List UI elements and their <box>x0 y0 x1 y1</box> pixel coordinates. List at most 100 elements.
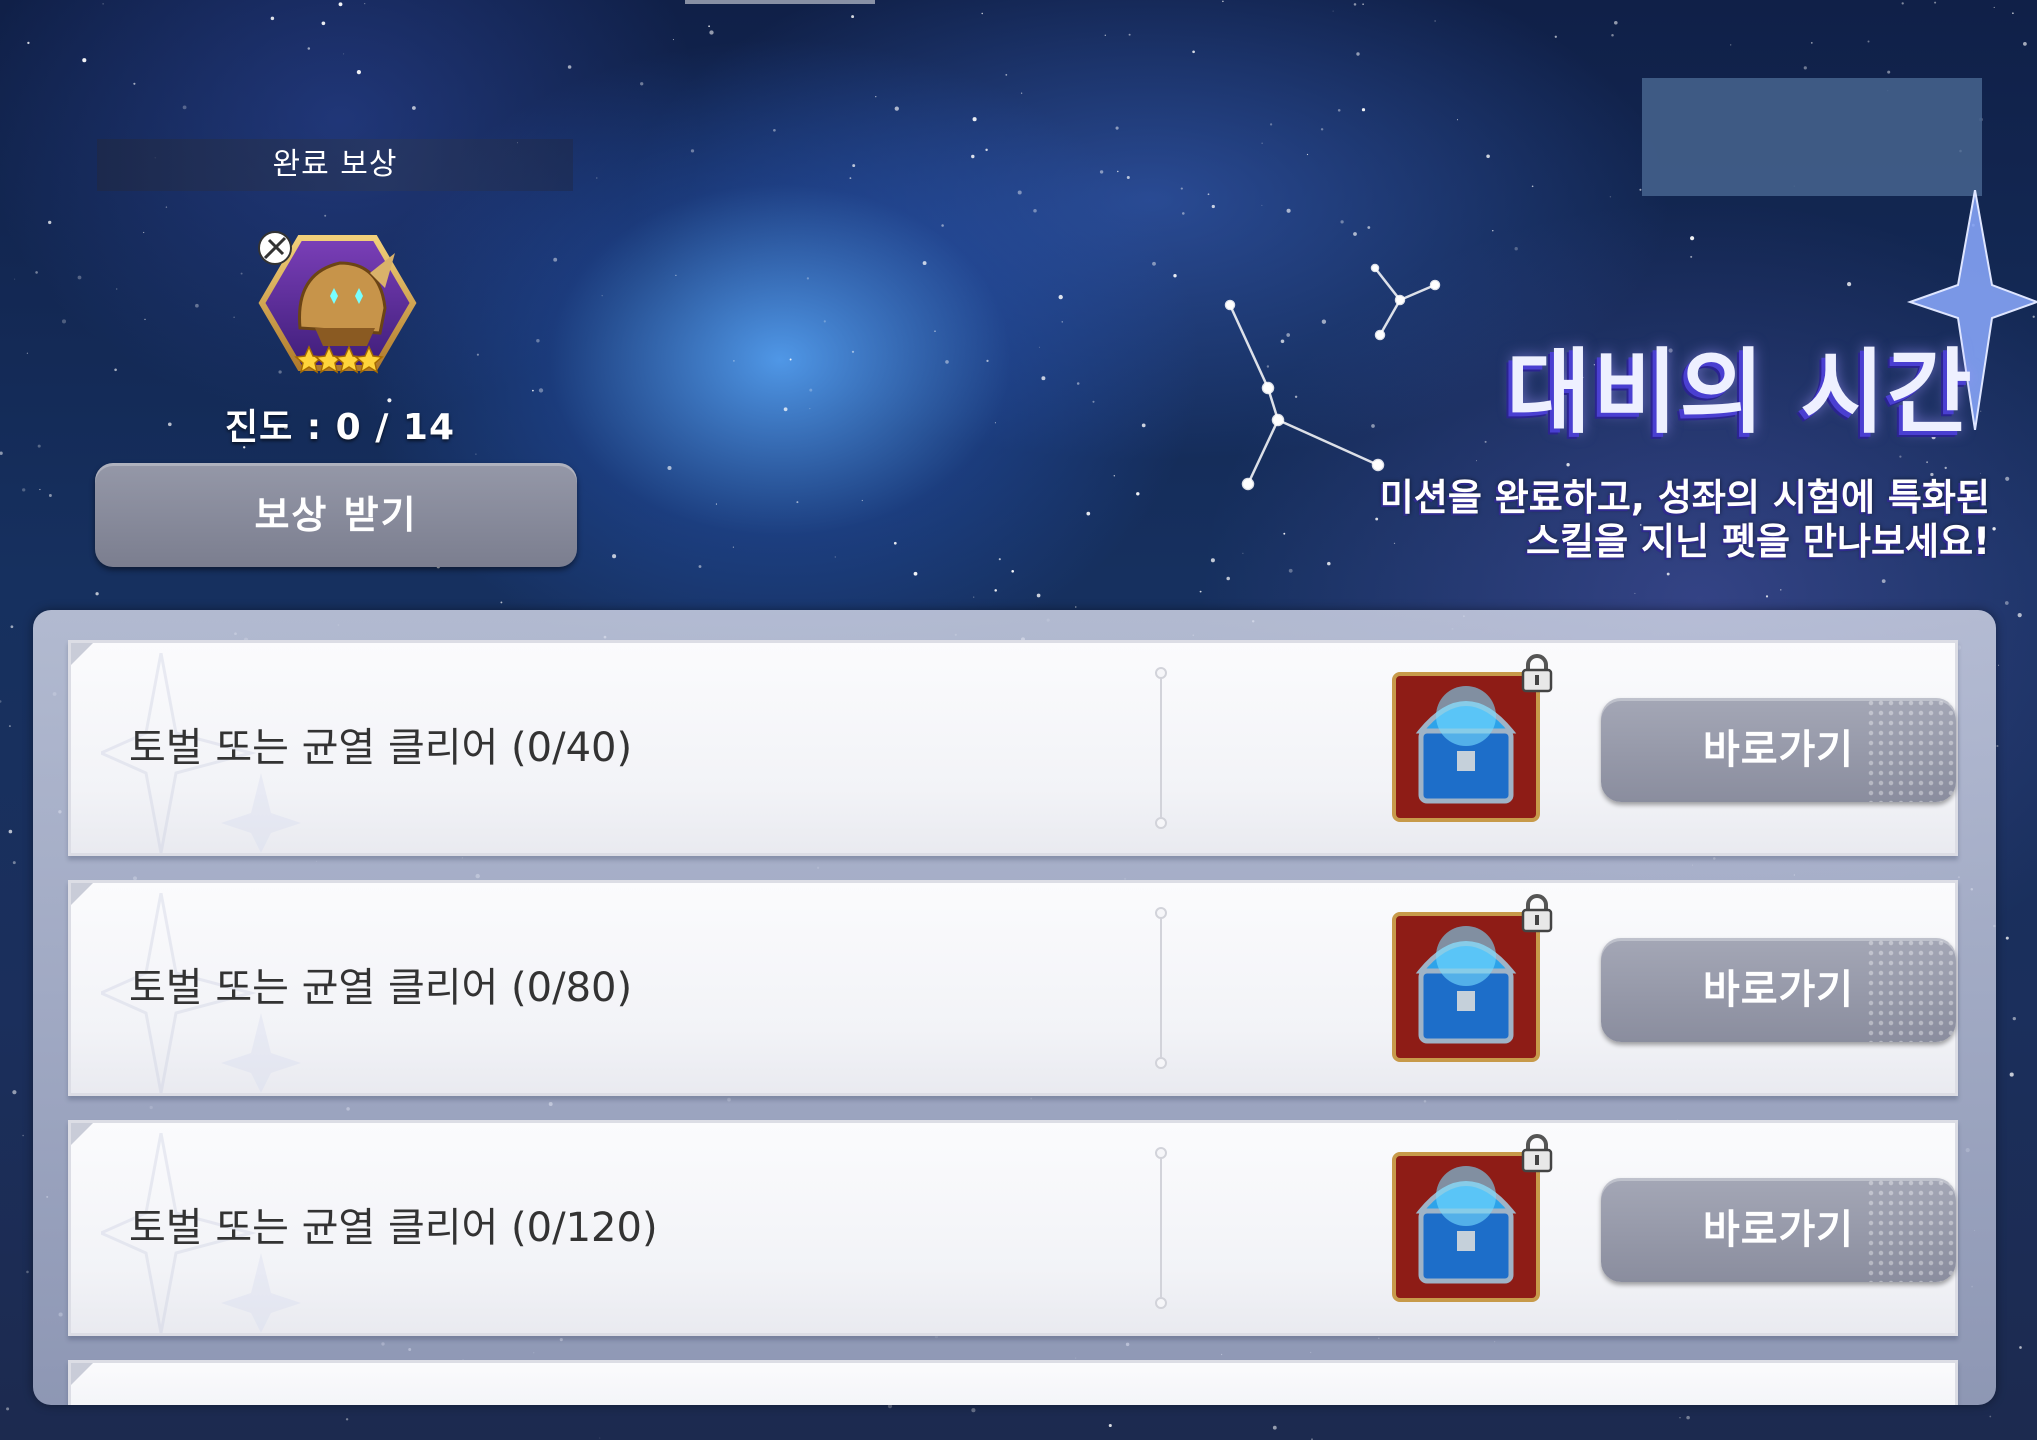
star-dot <box>195 303 199 308</box>
star-dot <box>1566 463 1570 467</box>
reward-chest-icon[interactable] <box>1391 671 1541 823</box>
completion-reward-header: 완료 보상 <box>97 139 573 191</box>
goto-button[interactable]: 바로가기 <box>1601 938 1956 1042</box>
star-dot <box>806 277 810 280</box>
star-dot <box>8 725 11 728</box>
star-dot <box>95 592 99 596</box>
star-dot <box>994 422 996 424</box>
star-dot <box>934 330 936 333</box>
star-dot <box>1476 460 1478 462</box>
mission-list-panel[interactable]: 토벌 또는 균열 클리어 (0/40) 바로가기 토벌 또는 균열 클리어 (0… <box>33 610 1996 1405</box>
star-dot <box>1017 190 1022 195</box>
star-dot <box>732 546 734 548</box>
star-dot <box>1780 589 1782 591</box>
star-dot <box>2012 1016 2016 1021</box>
goto-button-label: 바로가기 <box>1702 1207 1855 1253</box>
star-dot <box>1926 461 1928 464</box>
star-dot <box>922 261 927 266</box>
reward-chest-icon[interactable] <box>1391 1151 1541 1303</box>
star-dot <box>1531 185 1534 188</box>
star-dot <box>2004 601 2009 605</box>
star-dot <box>1076 382 1080 385</box>
star-dot <box>553 257 558 262</box>
star-dot <box>35 271 38 274</box>
star-dot <box>1211 204 1215 209</box>
star-dot <box>1362 3 1364 5</box>
star-dot <box>22 1134 24 1137</box>
star-dot <box>324 214 327 217</box>
star-dot <box>1242 552 1244 554</box>
star-dot <box>475 453 477 455</box>
star-dot <box>971 154 975 159</box>
star-dot <box>536 339 540 343</box>
star-dot <box>1117 170 1119 173</box>
star-dot <box>270 16 275 21</box>
mission-text: 토벌 또는 균열 클리어 (0/80) <box>129 965 633 1011</box>
star-dot <box>12 861 16 865</box>
star-dot <box>809 388 813 392</box>
star-dot <box>1492 230 1494 232</box>
star-dot <box>986 359 989 363</box>
goto-button[interactable]: 바로가기 <box>1601 1178 1956 1282</box>
star-dot <box>941 224 944 227</box>
star-dot <box>27 41 30 45</box>
star-dot <box>1136 492 1140 496</box>
lock-icon <box>1521 894 1553 933</box>
star-dot <box>1180 187 1183 190</box>
star-dot <box>1092 400 1095 403</box>
star-dot <box>994 589 997 592</box>
star-dot <box>1207 193 1210 196</box>
star-dot <box>1554 35 1557 38</box>
star-dot <box>1115 126 1119 130</box>
star-dot <box>1361 108 1366 112</box>
star-dot <box>6 1407 10 1411</box>
star-dot <box>2019 1346 2022 1349</box>
star-dot <box>1020 92 1023 94</box>
star-dot <box>538 388 544 393</box>
event-description-line1: 미션을 완료하고, 성좌의 시험에 특화된 <box>1379 476 1990 519</box>
star-dot <box>1998 664 1999 666</box>
star-dot <box>667 465 672 471</box>
star-dot <box>1086 511 1091 516</box>
star-dot <box>1611 34 1614 37</box>
star-dot <box>412 106 416 110</box>
row-corner <box>71 1363 93 1385</box>
star-dot <box>500 601 503 604</box>
treasure-chest-icon <box>1392 1152 1540 1302</box>
treasure-chest-icon <box>1392 672 1540 822</box>
mission-text: 토벌 또는 균열 클리어 (0/40) <box>129 725 633 771</box>
star-dot <box>809 408 811 410</box>
star-dot <box>307 47 311 50</box>
star-dot <box>1320 128 1324 131</box>
star-dot <box>640 82 644 86</box>
star-dot <box>852 164 856 168</box>
star-dot <box>823 320 826 323</box>
star-dot <box>22 488 26 492</box>
event-title: 대비의 시간 <box>1506 339 1974 446</box>
star-dot <box>1173 274 1177 278</box>
star-dot <box>1199 590 1202 593</box>
star-dot <box>1992 527 1996 531</box>
row-divider <box>1155 1147 1167 1309</box>
star-dot <box>1456 119 1459 121</box>
claim-reward-button[interactable]: 보상 받기 <box>95 463 577 567</box>
star-dot <box>894 106 899 111</box>
star-dot <box>981 12 983 15</box>
reward-chest-icon[interactable] <box>1391 911 1541 1063</box>
star-dot <box>789 358 792 361</box>
star-dot <box>1514 247 1518 251</box>
star-dot <box>12 1090 17 1095</box>
event-description-line2: 스킬을 지닌 펫을 만나보세요! <box>1526 520 1990 563</box>
star-dot <box>1887 70 1891 74</box>
star-dot <box>1075 606 1077 608</box>
star-dot <box>1867 40 1870 43</box>
star-dot <box>1803 66 1807 70</box>
star-dot <box>709 30 714 35</box>
star-dot <box>1847 282 1852 287</box>
reward-pet-icon[interactable] <box>255 228 420 378</box>
row-corner <box>71 643 93 665</box>
star-dot <box>48 220 52 225</box>
star-dot <box>1367 226 1371 229</box>
goto-button[interactable]: 바로가기 <box>1601 698 1956 802</box>
star-dot <box>1901 2 1904 5</box>
